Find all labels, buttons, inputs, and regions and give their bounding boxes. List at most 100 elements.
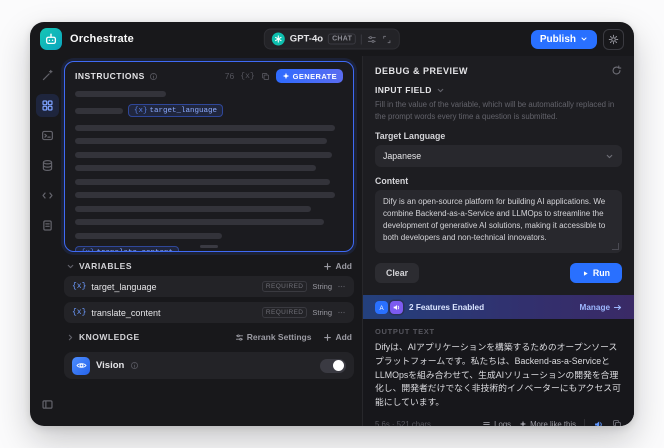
skeleton-line <box>75 178 330 185</box>
knowledge-title: KNOWLEDGE <box>79 332 140 342</box>
sliders-icon[interactable] <box>367 34 377 44</box>
debug-actions: Clear Run <box>375 263 622 284</box>
variable-chip-target-language[interactable]: {x} target_language <box>128 104 224 117</box>
topbar: Orchestrate GPT-4o CHAT Publish <box>30 22 634 56</box>
logs-button[interactable]: Logs <box>482 420 511 426</box>
model-selector[interactable]: GPT-4o CHAT <box>263 28 401 50</box>
toggle-knob <box>333 360 344 371</box>
generate-button[interactable]: GENERATE <box>275 69 343 83</box>
skeleton-line <box>75 90 167 97</box>
database-icon <box>41 159 54 172</box>
sidebar-item-terminal[interactable] <box>36 124 59 147</box>
manage-label: Manage <box>579 302 610 312</box>
rerank-settings-label: Rerank Settings <box>246 332 312 342</box>
sidebar-item-orchestrate[interactable] <box>35 94 59 117</box>
variables-header[interactable]: VARIABLES Add <box>64 261 354 271</box>
divider <box>361 34 363 44</box>
variable-prefix: {x} <box>72 308 87 317</box>
plus-icon <box>323 333 332 342</box>
input-field-block: INPUT FIELD Fill in the value of the var… <box>363 83 634 284</box>
target-language-value: Japanese <box>383 151 422 162</box>
manage-features-button[interactable]: Manage <box>580 303 622 312</box>
resize-handle[interactable] <box>200 245 218 248</box>
variable-chip-translate-content[interactable]: {x} translate_content <box>75 246 180 252</box>
refresh-icon <box>611 65 622 76</box>
play-icon <box>582 270 589 277</box>
input-field-title: INPUT FIELD <box>375 85 432 95</box>
add-knowledge-button[interactable]: Add <box>323 332 352 342</box>
features-bar[interactable]: A 2 Features Enabled Manage <box>363 295 634 320</box>
sparkle-icon <box>282 72 290 80</box>
refresh-button[interactable] <box>611 65 622 76</box>
rerank-settings-button[interactable]: Rerank Settings <box>235 332 312 342</box>
sidebar-item-api[interactable] <box>36 184 59 207</box>
copy-icon[interactable] <box>261 72 270 81</box>
knowledge-header[interactable]: KNOWLEDGE Rerank Settings Add <box>64 332 354 342</box>
chevron-down-icon <box>436 86 445 95</box>
speaker-button[interactable] <box>593 419 604 426</box>
row-menu-icon[interactable] <box>337 308 346 317</box>
terminal-icon <box>41 129 54 142</box>
resize-grip-icon[interactable] <box>612 243 619 251</box>
vision-label: Vision <box>96 360 125 371</box>
add-variable-label: Add <box>335 261 352 271</box>
expand-icon[interactable] <box>382 34 392 44</box>
variable-icon[interactable]: {x} <box>240 72 254 81</box>
instructions-card[interactable]: INSTRUCTIONS 76 {x} GENERATE {x} target_… <box>64 61 354 252</box>
translate-feature-icon: A <box>375 300 388 314</box>
copy-output-button[interactable] <box>612 419 622 426</box>
vision-feature-icon <box>72 356 90 375</box>
debug-header: DEBUG & PREVIEW <box>363 56 634 83</box>
model-name: GPT-4o <box>289 33 324 45</box>
instructions-toolbar: 76 {x} GENERATE <box>225 69 343 83</box>
chevron-down-icon <box>66 262 75 271</box>
input-field-header[interactable]: INPUT FIELD <box>375 85 622 95</box>
variable-chip-prefix: {x} <box>81 249 95 252</box>
variable-name: target_language <box>91 281 157 292</box>
target-language-select[interactable]: Japanese <box>375 145 622 168</box>
variable-row-target-language[interactable]: {x} target_language REQUIRED String <box>64 276 354 297</box>
skeleton-line <box>75 107 123 114</box>
more-like-this-label: More like this <box>530 419 576 427</box>
add-variable-button[interactable]: Add <box>323 261 352 271</box>
content-textarea[interactable]: Dify is an open-source platform for buil… <box>375 190 622 254</box>
more-like-this-button[interactable]: More like this <box>519 419 576 427</box>
clear-button[interactable]: Clear <box>375 263 420 284</box>
info-icon <box>130 361 139 370</box>
info-icon <box>149 72 158 81</box>
skeleton-line <box>75 138 327 144</box>
skeleton-line <box>75 192 335 198</box>
required-badge: REQUIRED <box>261 281 308 292</box>
svg-text:A: A <box>379 305 384 312</box>
output-text: Difyは、AIアプリケーションを構築するためのオープンソースプラットフォームで… <box>375 342 621 407</box>
app-logo[interactable] <box>40 28 62 50</box>
layout-panel-icon <box>41 398 54 411</box>
orchestrate-panel: INSTRUCTIONS 76 {x} GENERATE {x} target_… <box>64 56 362 426</box>
generate-label: GENERATE <box>292 71 337 81</box>
wand-icon <box>41 69 54 82</box>
skeleton-line <box>75 232 223 239</box>
page-title: Orchestrate <box>70 33 134 45</box>
variable-row-translate-content[interactable]: {x} translate_content REQUIRED String <box>64 302 354 323</box>
robot-icon <box>44 32 58 46</box>
publish-button[interactable]: Publish <box>530 29 597 49</box>
sidebar-item-logs[interactable] <box>36 214 59 237</box>
vision-toggle[interactable] <box>320 358 346 373</box>
sidebar-collapse-button[interactable] <box>36 393 59 416</box>
vision-card: Vision <box>64 352 354 379</box>
run-label: Run <box>592 268 610 279</box>
type-badge: String <box>312 308 332 317</box>
run-button[interactable]: Run <box>569 263 622 284</box>
row-menu-icon[interactable] <box>337 282 346 291</box>
clear-label: Clear <box>386 268 409 279</box>
settings-button[interactable] <box>603 28 624 50</box>
variables-title: VARIABLES <box>79 261 132 271</box>
variable-chip-prefix: {x} <box>134 106 148 115</box>
type-badge: String <box>312 282 332 291</box>
chevron-down-icon <box>605 152 614 161</box>
variable-chip-label: translate_content <box>97 249 174 252</box>
sidebar-item-prompt[interactable] <box>36 64 59 87</box>
sidebar-item-knowledge[interactable] <box>36 154 59 177</box>
instructions-header: INSTRUCTIONS 76 {x} GENERATE <box>75 69 343 83</box>
copy-icon <box>612 419 622 426</box>
